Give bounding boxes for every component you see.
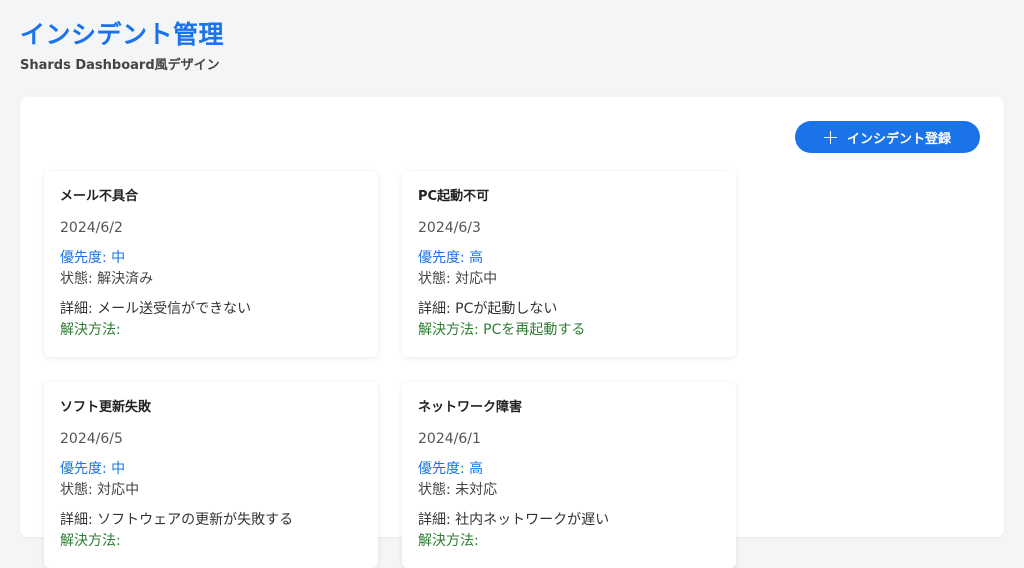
incident-card[interactable]: ソフト更新失敗 2024/6/5 優先度: 中 状態: 対応中 詳細: ソフトウ… [44, 382, 378, 568]
incident-card[interactable]: メール不具合 2024/6/2 優先度: 中 状態: 解決済み 詳細: メール送… [44, 171, 378, 357]
add-incident-button[interactable]: インシデント登録 [795, 121, 980, 153]
incident-status: 状態: 未対応 [418, 482, 498, 498]
incident-detail: 詳細: 社内ネットワークが遅い [418, 512, 610, 528]
incident-solution: 解決方法: [60, 533, 121, 549]
incident-solution: 解決方法: [60, 322, 121, 338]
incident-status: 状態: 対応中 [60, 482, 140, 498]
incident-date: 2024/6/1 [418, 431, 481, 447]
incident-status: 状態: 解決済み [60, 271, 154, 287]
incident-title: ソフト更新失敗 [60, 400, 152, 415]
incident-detail: 詳細: メール送受信ができない [60, 301, 252, 317]
incident-priority: 優先度: 高 [418, 461, 484, 477]
incident-priority: 優先度: 中 [60, 250, 126, 266]
incident-date: 2024/6/3 [418, 220, 481, 236]
incident-detail: 詳細: ソフトウェアの更新が失敗する [60, 512, 294, 528]
incident-priority: 優先度: 中 [60, 461, 126, 477]
incident-title: ネットワーク障害 [418, 400, 523, 415]
incident-title: メール不具合 [60, 189, 139, 204]
incident-solution: 解決方法: PCを再起動する [418, 322, 586, 338]
incident-status: 状態: 対応中 [418, 271, 498, 287]
incident-card[interactable]: ネットワーク障害 2024/6/1 優先度: 高 状態: 未対応 詳細: 社内ネ… [402, 382, 736, 568]
page-subtitle: Shards Dashboard風デザイン [20, 58, 220, 73]
page-header: インシデント管理 Shards Dashboard風デザイン [20, 18, 224, 73]
incident-detail: 詳細: PCが起動しない [418, 301, 558, 317]
incident-solution: 解決方法: [418, 533, 479, 549]
incident-priority: 優先度: 高 [418, 250, 484, 266]
plus-icon [823, 130, 837, 144]
add-incident-label: インシデント登録 [846, 131, 951, 147]
incident-card[interactable]: PC起動不可 2024/6/3 優先度: 高 状態: 対応中 詳細: PCが起動… [402, 171, 736, 357]
incident-title: PC起動不可 [418, 189, 490, 204]
incident-panel: インシデント登録 メール不具合 2024/6/2 優先度: 中 状態: 解決済み… [20, 97, 1004, 568]
incident-date: 2024/6/5 [60, 431, 123, 447]
page-title: インシデント管理 [20, 20, 225, 49]
incident-date: 2024/6/2 [60, 220, 123, 236]
